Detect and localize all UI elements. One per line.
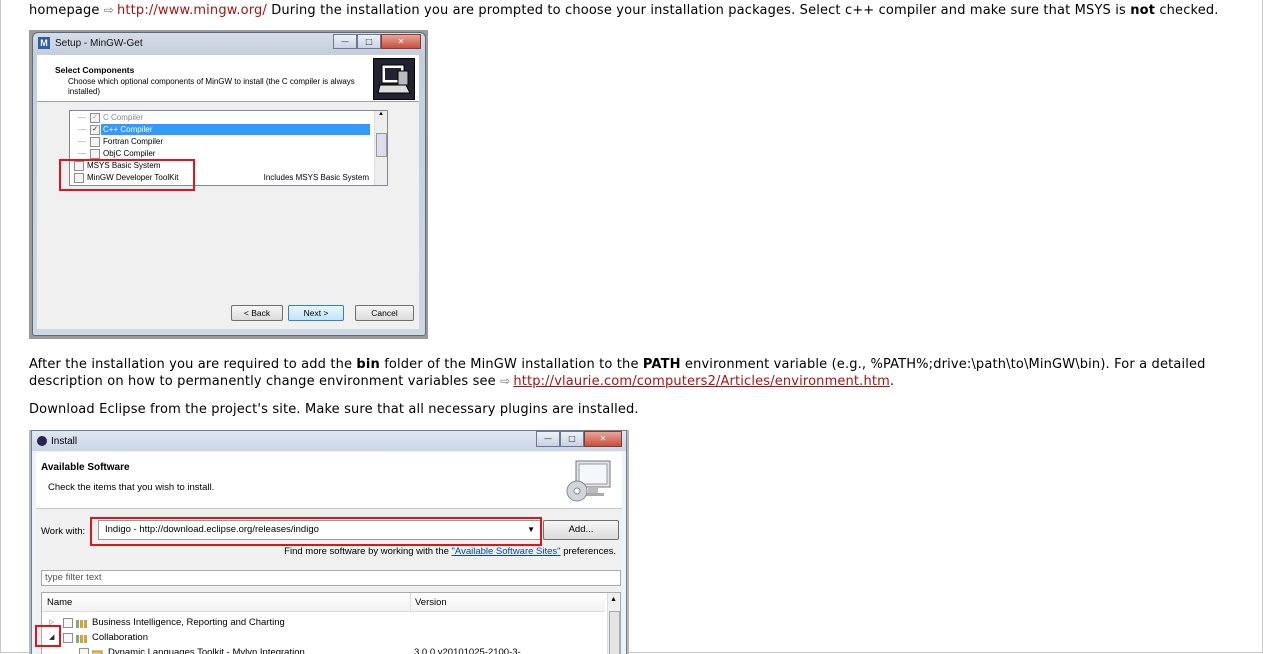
component-cpp-compiler[interactable]: — ✓ C++ Compiler [70, 124, 373, 135]
checkbox[interactable]: ✓ [90, 113, 100, 123]
minimize-icon: — [333, 34, 357, 49]
dialog-heading: Available Software [41, 462, 130, 473]
checkbox[interactable] [79, 648, 89, 654]
checkbox[interactable] [63, 633, 73, 643]
table-row[interactable]: ▷ Business Intelligence, Reporting and C… [42, 615, 602, 630]
installer-computer-icon [373, 58, 415, 100]
dialog-header: Select Components Choose which optional … [37, 55, 419, 102]
external-link-icon: ⇨ [103, 3, 115, 17]
text: folder of the MinGW installation to the [384, 357, 639, 372]
table-row[interactable]: Dynamic Languages Toolkit - Mylyn Integr… [42, 645, 602, 654]
dialog-subheading: Check the items that you wish to install… [48, 482, 215, 493]
row-label: Business Intelligence, Reporting and Cha… [92, 617, 285, 628]
component-note: Includes MSYS Basic System [263, 173, 369, 182]
table-scrollbar[interactable]: ▲ [607, 593, 620, 654]
environment-article-link[interactable]: http://vlaurie.com/computers2/Articles/e… [513, 374, 890, 389]
paragraph-eclipse: Download Eclipse from the project's site… [29, 402, 639, 417]
checkbox[interactable] [63, 618, 73, 628]
find-more-text: Find more software by working with the "… [284, 546, 616, 557]
component-label: C Compiler [103, 113, 144, 122]
table-header: Name Version [42, 593, 605, 612]
tree-connector: — [78, 149, 86, 158]
row-label: Collaboration [92, 632, 148, 643]
window-title: Setup - MinGW-Get [55, 38, 143, 49]
software-table: Name Version ▷ Business Intelligence, Re… [41, 592, 621, 654]
plugin-icon [91, 648, 103, 654]
text: After the installation you are required … [29, 357, 353, 372]
eclipse-icon [37, 436, 47, 446]
tree-scrollbar[interactable]: ▲ [374, 111, 387, 185]
mingw-logo-icon: M [38, 37, 50, 49]
tree-connector: — [78, 125, 86, 134]
collapse-highlight-box [35, 625, 61, 647]
scroll-up-icon[interactable]: ▲ [375, 111, 387, 117]
column-header-version[interactable]: Version [415, 597, 447, 608]
component-c-compiler[interactable]: — ✓ C Compiler [70, 112, 373, 123]
checkbox[interactable]: ✓ [90, 125, 100, 135]
dialog-heading: Select Components [55, 65, 135, 75]
mingw-homepage-link[interactable]: http://www.mingw.org/ [117, 3, 267, 18]
back-button[interactable]: < Back [231, 305, 283, 321]
table-row[interactable]: ◢ Collaboration [42, 630, 602, 645]
work-with-highlight-box [90, 517, 542, 546]
window-controls: — □ ✕ [333, 34, 421, 49]
component-label: C++ Compiler [101, 124, 370, 135]
maximize-icon: □ [357, 34, 381, 49]
paragraph-mingw-intro: homepage ⇨ http://www.mingw.org/ During t… [29, 2, 1235, 19]
scrollbar-thumb[interactable] [376, 133, 387, 157]
mingw-setup-screenshot: M Setup - MinGW-Get — □ ✕ Select Compone… [29, 30, 428, 339]
tree-connector: — [78, 137, 86, 146]
filter-input[interactable]: type filter text [41, 570, 621, 586]
dialog-body: — ✓ C Compiler — ✓ C++ Compiler — Fortra… [37, 102, 419, 329]
text: During the installation you are prompted… [271, 3, 1126, 18]
text: . [889, 374, 895, 389]
eclipse-install-screenshot: Install — □ ✕ Available Software Check t… [29, 430, 629, 654]
close-icon: ✕ [584, 431, 622, 447]
maximize-icon: □ [560, 431, 584, 447]
tree-connector: — [78, 113, 86, 122]
component-label: Fortran Compiler [103, 137, 164, 146]
title-bar: Install — □ ✕ [32, 431, 626, 451]
emphasis-bin: bin [356, 357, 380, 372]
close-icon: ✕ [381, 34, 421, 49]
scroll-up-icon[interactable]: ▲ [610, 596, 617, 603]
category-icon [76, 618, 87, 628]
category-icon [76, 633, 87, 643]
window-controls: — □ ✕ [536, 431, 622, 447]
dialog-header: Available Software Check the items that … [36, 452, 622, 509]
dialog-subheading: Choose which optional components of MinG… [68, 77, 355, 96]
checkbox[interactable] [90, 149, 100, 159]
minimize-icon: — [536, 431, 560, 447]
row-label: Dynamic Languages Toolkit - Mylyn Integr… [108, 647, 305, 654]
emphasis-path: PATH [642, 357, 681, 372]
text: preferences. [563, 546, 616, 557]
emphasis: not [1130, 3, 1156, 18]
column-header-name[interactable]: Name [47, 597, 72, 608]
component-fortran-compiler[interactable]: — Fortran Compiler [70, 136, 373, 147]
checkbox[interactable] [90, 137, 100, 147]
text: homepage [29, 3, 100, 18]
add-site-button[interactable]: Add... [543, 520, 619, 540]
next-button[interactable]: Next > [288, 305, 344, 321]
scrollbar-thumb[interactable] [609, 611, 620, 654]
column-divider [410, 593, 411, 611]
window-title: Install [51, 436, 78, 447]
component-objc-compiler[interactable]: — ObjC Compiler [70, 148, 373, 159]
software-install-icon [564, 459, 614, 503]
external-link-icon: ⇨ [500, 374, 511, 388]
component-label: ObjC Compiler [103, 149, 156, 158]
paragraph-path-setup: After the installation you are required … [29, 357, 1235, 390]
text: checked. [1159, 3, 1219, 18]
work-with-label: Work with: [41, 526, 86, 537]
row-version: 3.0.0.v20101025-2100-3--7w3121232201442 [414, 647, 521, 654]
available-software-sites-link[interactable]: "Available Software Sites" [452, 546, 561, 557]
msys-highlight-box [59, 159, 195, 191]
text: Find more software by working with the [284, 546, 449, 557]
cancel-button[interactable]: Cancel [355, 305, 414, 321]
